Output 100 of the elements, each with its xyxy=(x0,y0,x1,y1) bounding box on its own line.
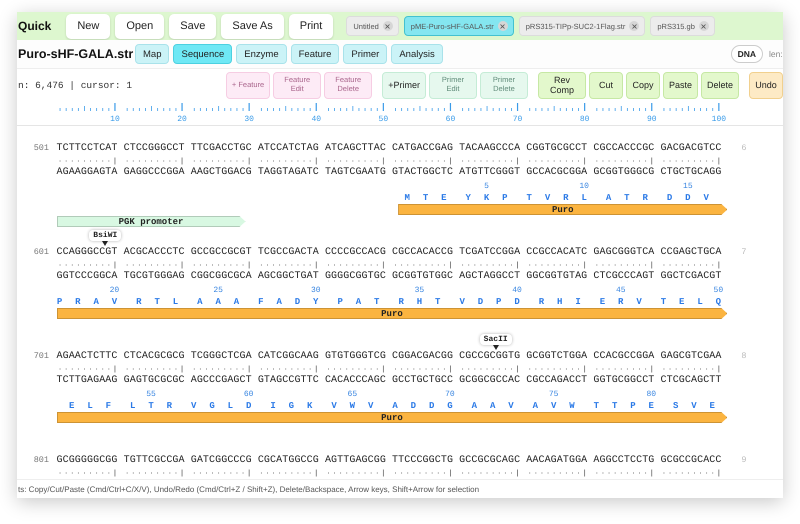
ruler-label: 80 xyxy=(579,115,589,124)
view-tab[interactable]: Primer xyxy=(343,44,388,64)
residue-number: 50 xyxy=(714,286,724,295)
molecule-badge: DNA xyxy=(730,45,763,63)
amino-acid: R xyxy=(74,297,81,307)
amino-acid: V xyxy=(190,401,197,411)
close-icon[interactable] xyxy=(498,21,508,31)
edit-button[interactable]: Delete xyxy=(700,72,739,98)
ruler-label: 60 xyxy=(445,115,455,124)
amino-acid: D xyxy=(666,193,673,203)
amino-acid: G xyxy=(209,401,216,411)
ruler-label: 100 xyxy=(711,115,726,124)
amino-acid: P xyxy=(502,193,508,203)
amino-acid: L xyxy=(172,297,178,307)
view-tab[interactable]: Analysis xyxy=(391,44,443,64)
amino-acid: L xyxy=(87,401,94,411)
toolbar-title: Quick xyxy=(18,19,52,33)
amino-acid: M xyxy=(404,193,410,203)
amino-acid: T xyxy=(624,193,630,203)
amino-acid: T xyxy=(422,193,429,203)
toolbar-button[interactable]: Save xyxy=(169,14,216,38)
amino-acid: I xyxy=(270,401,276,411)
amino-acid: F xyxy=(258,297,264,307)
sequence-info: n: 6,476 | cursor: 1 xyxy=(18,80,134,90)
amino-acid: W xyxy=(349,401,356,411)
toolbar-button[interactable]: Open xyxy=(115,14,164,38)
ruler-label: 10 xyxy=(110,115,120,124)
amino-acid: V xyxy=(508,401,514,411)
amino-acid: R xyxy=(398,297,404,307)
edit-button[interactable]: Paste xyxy=(662,72,698,98)
residue-number: 75 xyxy=(548,390,558,399)
amino-acid: T xyxy=(660,297,666,307)
edit-button[interactable]: +Primer xyxy=(382,72,426,98)
toolbar-button[interactable]: Print xyxy=(288,14,334,38)
residue-number: 25 xyxy=(213,286,223,295)
amino-acid: G xyxy=(288,401,294,411)
cut-site-icon xyxy=(102,241,108,246)
toolbar-button[interactable]: Save As xyxy=(221,14,284,38)
amino-acid: P xyxy=(56,297,63,307)
amino-acid: A xyxy=(93,297,100,307)
amino-acid: S xyxy=(672,401,679,411)
close-icon[interactable] xyxy=(382,21,393,31)
status-text: ts: Copy/Cut/Paste (Cmd/Ctrl+C/X/V), Undo/Redo (Cmd/Ctrl+Z / Shift+Z), Delete/Backspace, Arrow keys, Shift+Arrow for selection xyxy=(18,484,480,494)
amino-acid: R xyxy=(562,193,569,203)
amino-acid: A xyxy=(490,401,496,411)
amino-acid: P xyxy=(337,297,344,307)
view-tab[interactable]: Sequence xyxy=(173,44,232,64)
ruler-label: 40 xyxy=(310,115,321,124)
close-icon[interactable] xyxy=(629,21,640,31)
amino-acid: V xyxy=(550,401,557,411)
amino-acid: R xyxy=(538,297,544,307)
amino-acid: A xyxy=(355,297,362,307)
amino-acid: A xyxy=(233,297,240,307)
amino-acid: A xyxy=(392,401,398,411)
residue-number: 80 xyxy=(646,390,656,399)
residue-number: 45 xyxy=(616,286,626,295)
amino-acid: A xyxy=(196,297,203,307)
view-tab[interactable]: Enzyme xyxy=(236,44,287,64)
amino-acid: H xyxy=(416,297,422,307)
amino-acid: E xyxy=(678,297,685,307)
amino-acid: V xyxy=(111,297,118,307)
amino-acid: A xyxy=(532,401,538,411)
ruler-label: 90 xyxy=(646,115,656,124)
amino-acid: D xyxy=(477,297,484,307)
amino-acid: V xyxy=(368,401,374,411)
edit-button[interactable]: Undo xyxy=(749,72,783,98)
residue-number: 70 xyxy=(445,390,455,399)
amino-acid: L xyxy=(581,193,588,203)
close-icon[interactable] xyxy=(698,21,709,31)
amino-acid: D xyxy=(246,401,252,411)
edit-button[interactable]: Rev Comp xyxy=(538,72,586,98)
view-tab[interactable]: Map xyxy=(135,44,170,64)
amino-acid: E xyxy=(648,401,654,411)
residue-number: 15 xyxy=(683,182,693,191)
enzyme-label[interactable]: SacII xyxy=(480,334,512,345)
amino-acid: A xyxy=(276,297,282,307)
amino-acid: L xyxy=(697,297,704,307)
toolbar-button[interactable]: New xyxy=(66,14,110,38)
amino-acid: T xyxy=(434,297,441,307)
sequence-strand: CCAGGGCCGT ACGCACCCTC GCCGCCGCGT TCGCCGACTA CCCCGCCACG CGCCACACCG TCGATCCGGA CCGCCACATC GAGCGGGTCA CCGAGCTGCA xyxy=(56,246,722,258)
residue-number: 55 xyxy=(146,390,156,399)
sequence-strand: TCTTCCTCAT CTCCGGGCCT TTCGACCTGC ATCCATCTAG ATCAGCTTAC CATGACCGAG TACAAGCCCA CGGTGCGCCT CGCCACCCGC GACGACGTCC xyxy=(56,142,722,154)
amino-acid: T xyxy=(593,401,600,411)
amino-acid: R xyxy=(618,297,624,307)
amino-acid: D xyxy=(410,401,416,411)
edit-button[interactable]: Cut xyxy=(588,72,623,98)
enzyme-label[interactable]: BsiWI xyxy=(89,230,122,241)
amino-acid: K xyxy=(484,193,490,203)
edit-button[interactable]: Copy xyxy=(626,72,660,98)
amino-acid: H xyxy=(556,297,563,307)
amino-acid: A xyxy=(471,401,478,411)
amino-acid: D xyxy=(684,193,691,203)
residue-number: 60 xyxy=(244,390,254,399)
amino-acid: V xyxy=(636,297,642,307)
amino-acid: E xyxy=(599,297,606,307)
amino-acid: E xyxy=(440,193,447,203)
amino-acid: P xyxy=(630,401,636,411)
document-title: Puro-sHF-GALA.str xyxy=(18,47,134,61)
view-tab[interactable]: Feature xyxy=(290,44,340,64)
sequence-strand: AGAACTCTTC CTCACGCGCG TCGGGCTCGA CATCGGCAAG GTGTGGGTCG CGGACGACGG CGCCGCGGTG GCGGTCTGGA CCACGCCGGA GAGCGTCGAA xyxy=(56,350,722,362)
